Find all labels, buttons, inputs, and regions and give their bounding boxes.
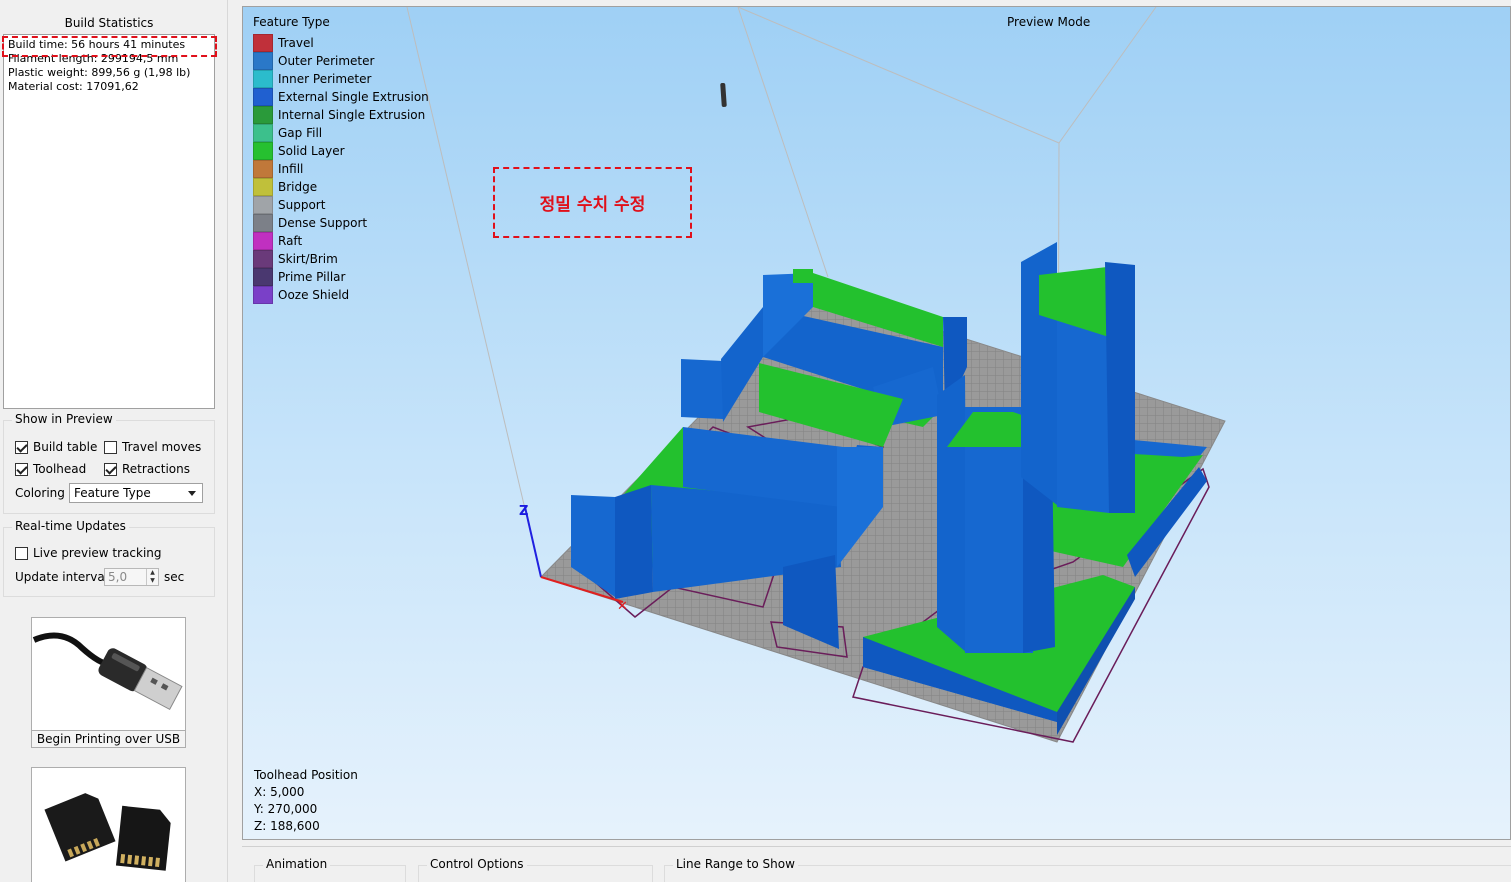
checkbox-icon bbox=[104, 440, 117, 454]
legend-item: Prime Pillar bbox=[253, 268, 345, 286]
checkbox-icon bbox=[104, 462, 117, 476]
annotation-box: 정밀 수치 수정 bbox=[493, 167, 692, 238]
animation-title: Animation bbox=[263, 857, 331, 871]
legend-swatch bbox=[253, 160, 273, 178]
legend-item: Support bbox=[253, 196, 325, 214]
preview-mode-label: Preview Mode bbox=[1007, 15, 1091, 29]
toolhead-position-title: Toolhead Position bbox=[254, 768, 358, 782]
usb-button-label: Begin Printing over USB bbox=[32, 730, 185, 747]
toolhead-z: Z: 188,600 bbox=[254, 819, 320, 833]
legend-label: Gap Fill bbox=[278, 126, 323, 140]
legend-label: Bridge bbox=[278, 180, 318, 194]
begin-printing-usb-button[interactable]: Begin Printing over USB bbox=[31, 617, 186, 748]
checkbox-icon bbox=[15, 440, 28, 454]
toolhead-y: Y: 270,000 bbox=[254, 802, 318, 816]
toolhead-checkbox[interactable]: Toolhead bbox=[15, 462, 86, 476]
animation-group: Animation bbox=[254, 857, 406, 882]
legend-swatch bbox=[253, 142, 273, 160]
legend-item: Inner Perimeter bbox=[253, 70, 371, 88]
legend-item: Internal Single Extrusion bbox=[253, 106, 425, 124]
update-interval-label: Update interval bbox=[15, 570, 109, 584]
realtime-updates-group: Real-time Updates Live preview tracking … bbox=[3, 519, 215, 597]
legend-label: External Single Extrusion bbox=[278, 90, 429, 104]
spinner-arrows-icon[interactable]: ▲ ▼ bbox=[146, 569, 158, 585]
legend-swatch bbox=[253, 214, 273, 232]
sd-card-icon bbox=[44, 793, 171, 871]
legend-swatch bbox=[253, 124, 273, 142]
toolhead-x: X: 5,000 bbox=[254, 785, 305, 799]
legend-swatch bbox=[253, 178, 273, 196]
build-statistics-title: Build Statistics bbox=[64, 16, 154, 30]
legend-swatch bbox=[253, 268, 273, 286]
legend-swatch bbox=[253, 70, 273, 88]
control-options-title: Control Options bbox=[427, 857, 527, 871]
toolhead-marker-icon bbox=[720, 82, 727, 107]
legend-item: External Single Extrusion bbox=[253, 88, 429, 106]
legend-label: Inner Perimeter bbox=[278, 72, 372, 86]
show-in-preview-group: Show in Preview Build table Travel moves… bbox=[3, 412, 215, 514]
retractions-checkbox[interactable]: Retractions bbox=[104, 462, 190, 476]
checkbox-icon bbox=[15, 546, 28, 560]
control-options-group: Control Options bbox=[418, 857, 653, 882]
line-range-title: Line Range to Show bbox=[673, 857, 798, 871]
legend-label: Outer Perimeter bbox=[278, 54, 375, 68]
bottom-panel: Animation Control Options Line Range to … bbox=[242, 846, 1511, 882]
legend-item: Travel bbox=[253, 34, 314, 52]
checkbox-icon bbox=[15, 462, 28, 476]
coloring-label: Coloring bbox=[15, 486, 65, 500]
legend-item: Infill bbox=[253, 160, 303, 178]
legend-item: Dense Support bbox=[253, 214, 367, 232]
legend-label: Travel bbox=[278, 36, 314, 50]
legend-swatch bbox=[253, 52, 273, 70]
live-preview-tracking-checkbox[interactable]: Live preview tracking bbox=[15, 546, 162, 560]
update-interval-spinner[interactable]: 5,0 ▲ ▼ bbox=[104, 568, 159, 586]
stat-plastic-weight: Plastic weight: 899,56 g (1,98 lb) bbox=[8, 66, 191, 79]
stats-highlight-annotation bbox=[2, 36, 217, 57]
legend-label: Solid Layer bbox=[278, 144, 345, 158]
legend-swatch bbox=[253, 34, 273, 52]
toolhead-position: Toolhead Position X: 5,000 Y: 270,000 Z:… bbox=[254, 767, 358, 835]
x-axis-marker-icon: ✕ bbox=[617, 599, 628, 614]
z-axis-label: Z bbox=[519, 504, 528, 519]
stat-material-cost: Material cost: 17091,62 bbox=[8, 80, 139, 93]
legend-label: Infill bbox=[278, 162, 304, 176]
legend-label: Dense Support bbox=[278, 216, 368, 230]
legend-label: Skirt/Brim bbox=[278, 252, 338, 266]
legend-title: Feature Type bbox=[253, 15, 330, 29]
legend-swatch bbox=[253, 88, 273, 106]
build-volume-scene: Z ✕ bbox=[406, 7, 1226, 743]
travel-moves-checkbox[interactable]: Travel moves bbox=[104, 440, 201, 454]
legend-label: Ooze Shield bbox=[278, 288, 350, 302]
legend-item: Raft bbox=[253, 232, 302, 250]
left-panel: Build Statistics Build time: 56 hours 41… bbox=[0, 0, 228, 882]
chevron-down-icon bbox=[188, 491, 196, 496]
3d-preview-viewport[interactable]: Z ✕ Feature Type Travel Outer Perimeter In… bbox=[242, 6, 1511, 840]
legend-item: Bridge bbox=[253, 178, 317, 196]
legend-item: Ooze Shield bbox=[253, 286, 349, 304]
line-range-group: Line Range to Show bbox=[664, 857, 1511, 882]
build-statistics-box: Build time: 56 hours 41 minutes Filament… bbox=[2, 34, 217, 409]
usb-cable-icon bbox=[32, 632, 183, 711]
legend-item: Skirt/Brim bbox=[253, 250, 338, 268]
legend-swatch bbox=[253, 286, 273, 304]
legend-label: Support bbox=[278, 198, 326, 212]
legend-item: Gap Fill bbox=[253, 124, 322, 142]
legend-swatch bbox=[253, 232, 273, 250]
legend-swatch bbox=[253, 196, 273, 214]
legend-swatch bbox=[253, 106, 273, 124]
show-in-preview-title: Show in Preview bbox=[12, 412, 116, 426]
build-table-checkbox[interactable]: Build table bbox=[15, 440, 97, 454]
legend-label: Prime Pillar bbox=[278, 270, 346, 284]
sd-card-button[interactable] bbox=[31, 767, 186, 882]
legend-item: Outer Perimeter bbox=[253, 52, 374, 70]
legend-label: Internal Single Extrusion bbox=[278, 108, 426, 122]
legend-swatch bbox=[253, 250, 273, 268]
realtime-updates-title: Real-time Updates bbox=[12, 519, 129, 533]
update-interval-unit: sec bbox=[164, 570, 185, 584]
coloring-select[interactable]: Feature Type bbox=[69, 483, 203, 503]
legend-label: Raft bbox=[278, 234, 303, 248]
legend-item: Solid Layer bbox=[253, 142, 345, 160]
